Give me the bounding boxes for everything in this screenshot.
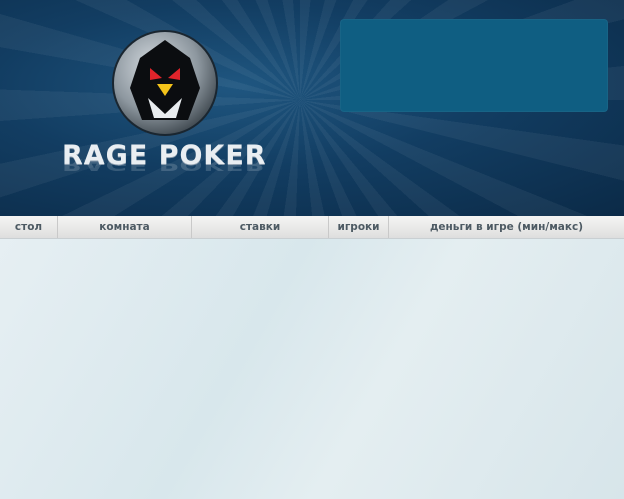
brand-name: RAGE POKER xyxy=(62,140,267,171)
table-list-area xyxy=(0,239,624,499)
column-header-table[interactable]: стол xyxy=(0,216,58,238)
logo[interactable]: RAGE POKER RAGE POKER xyxy=(60,28,300,198)
penguin-emblem-icon xyxy=(112,30,218,136)
table-header: стол комната ставки игроки деньги в игре… xyxy=(0,216,624,239)
column-header-stakes[interactable]: ставки xyxy=(192,216,329,238)
banner-panel xyxy=(340,19,608,112)
column-header-players[interactable]: игроки xyxy=(329,216,389,238)
column-header-room[interactable]: комната xyxy=(58,216,192,238)
header: RAGE POKER RAGE POKER xyxy=(0,0,624,216)
column-header-money-in-play[interactable]: деньги в игре (мин/макс) xyxy=(389,216,624,238)
